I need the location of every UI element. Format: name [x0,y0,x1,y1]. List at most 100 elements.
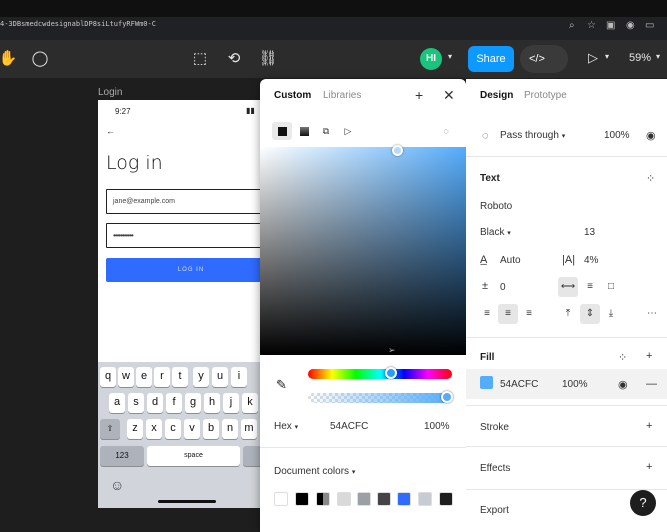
key[interactable]: a [109,393,125,413]
key[interactable]: j [223,393,239,413]
font-size-input[interactable]: 13 [584,227,595,238]
key[interactable]: x [146,419,162,439]
color-format-select[interactable]: Hex ▾ [274,421,298,432]
font-weight-select[interactable]: Black ▾ [480,227,511,238]
key[interactable]: e [136,367,152,387]
line-height-input[interactable]: Auto [500,255,521,266]
color-swatch[interactable] [274,492,288,506]
space-key[interactable]: space [147,446,240,466]
color-swatch[interactable] [357,492,371,506]
url-text[interactable]: 4-3DBsmedcwdesignablDP8siLtufyRFWm0-C [0,20,156,28]
blend-mode-select[interactable]: Pass through ▾ [500,130,565,141]
key[interactable]: q [100,367,116,387]
align-center-icon[interactable]: ≡ [498,304,518,324]
color-swatch[interactable] [337,492,351,506]
link-icon[interactable]: ⛓ [258,49,278,69]
frame-tool-icon[interactable]: ⬚ [190,49,210,69]
key[interactable]: h [204,393,220,413]
eyedropper-icon[interactable]: ✎ [276,377,287,393]
auto-height-icon[interactable]: ≡ [580,277,600,297]
alpha-slider[interactable] [308,393,452,403]
add-icon[interactable]: + [415,87,423,103]
key[interactable]: s [128,393,144,413]
color-swatch[interactable] [418,492,432,506]
saturation-value-field[interactable] [260,147,466,355]
key[interactable]: u [212,367,228,387]
align-right-icon[interactable]: ≡ [519,304,539,324]
key[interactable]: r [154,367,170,387]
tab-custom[interactable]: Custom [274,90,311,101]
blend-icon[interactable]: ◌ [436,122,456,140]
emoji-icon[interactable]: ☺ [110,477,124,493]
comment-icon[interactable]: ◯ [30,49,50,69]
sv-handle[interactable] [392,145,403,156]
color-swatch[interactable] [295,492,309,506]
key[interactable]: d [147,393,163,413]
login-frame[interactable]: 9:27 ▮▮ ← Log in jane@example.com ••••••… [98,100,263,508]
hand-icon[interactable]: ✋ [0,49,18,69]
remove-icon[interactable]: — [646,378,657,390]
auto-width-icon[interactable]: ⟷ [558,277,578,297]
shift-icon[interactable]: ⇧ [100,419,120,439]
gradient-fill-button[interactable] [294,122,314,140]
fixed-size-icon[interactable]: □ [601,277,621,297]
styles-grid-icon[interactable]: ⁘ [646,172,655,185]
key[interactable]: w [118,367,134,387]
email-field[interactable]: jane@example.com [106,189,263,214]
play-icon[interactable]: ▷ [588,50,598,66]
key[interactable]: z [127,419,143,439]
key[interactable]: i [231,367,247,387]
hue-handle[interactable] [385,367,397,379]
color-swatch[interactable] [377,492,391,506]
opacity-input[interactable]: 100% [424,421,450,432]
profile-icon[interactable]: ◉ [626,20,635,31]
dev-mode-toggle[interactable]: </> [520,45,568,73]
tab-prototype[interactable]: Prototype [524,90,567,101]
add-icon[interactable]: + [646,420,652,432]
letter-spacing-input[interactable]: 4% [584,255,598,266]
chevron-down-icon[interactable]: ▾ [605,52,609,61]
chevron-down-icon[interactable]: ▾ [656,52,660,61]
close-icon[interactable]: ✕ [443,87,455,104]
key[interactable]: t [172,367,188,387]
avatar[interactable]: HI [420,48,442,70]
key[interactable]: f [166,393,182,413]
eye-icon[interactable]: ◉ [618,378,628,391]
numbers-key[interactable]: 123 [100,446,144,466]
key[interactable]: b [203,419,219,439]
back-arrow-icon[interactable]: ← [106,126,115,136]
more-options-icon[interactable]: ⋯ [642,304,662,324]
window-icon[interactable]: ▭ [645,20,654,31]
hex-input[interactable]: 54ACFC [330,421,368,432]
help-button[interactable]: ? [630,490,656,516]
align-bottom-icon[interactable]: ⤓ [601,304,621,324]
add-icon[interactable]: + [646,461,652,473]
key[interactable]: y [193,367,209,387]
fill-opacity[interactable]: 100% [562,379,588,390]
layer-opacity[interactable]: 100% [604,130,630,141]
key[interactable]: c [165,419,181,439]
document-colors-select[interactable]: Document colors ▾ [274,466,355,477]
search-icon[interactable]: ⌕ [569,20,575,31]
alpha-handle[interactable] [441,391,453,403]
bookmark-icon[interactable]: ☆ [587,20,596,31]
extension-icon[interactable]: ▣ [606,20,615,31]
key[interactable]: v [184,419,200,439]
tab-libraries[interactable]: Libraries [323,90,361,101]
key[interactable]: n [222,419,238,439]
component-icon[interactable]: ⟲ [224,49,244,69]
login-button[interactable]: LOG IN [106,258,263,282]
solid-fill-button[interactable] [272,122,292,140]
font-family-select[interactable]: Roboto [480,201,512,212]
styles-grid-icon[interactable]: ⁘ [618,351,627,364]
fill-hex[interactable]: 54ACFC [500,379,538,390]
tab-design[interactable]: Design [480,90,513,101]
paragraph-spacing-input[interactable]: 0 [500,282,506,293]
hue-slider[interactable] [308,369,452,379]
align-top-icon[interactable]: ⤒ [558,304,578,324]
color-swatch[interactable] [316,492,330,506]
color-swatch[interactable] [439,492,453,506]
fill-swatch[interactable] [480,376,493,389]
add-icon[interactable]: + [646,350,652,362]
zoom-level[interactable]: 59% [629,52,651,64]
